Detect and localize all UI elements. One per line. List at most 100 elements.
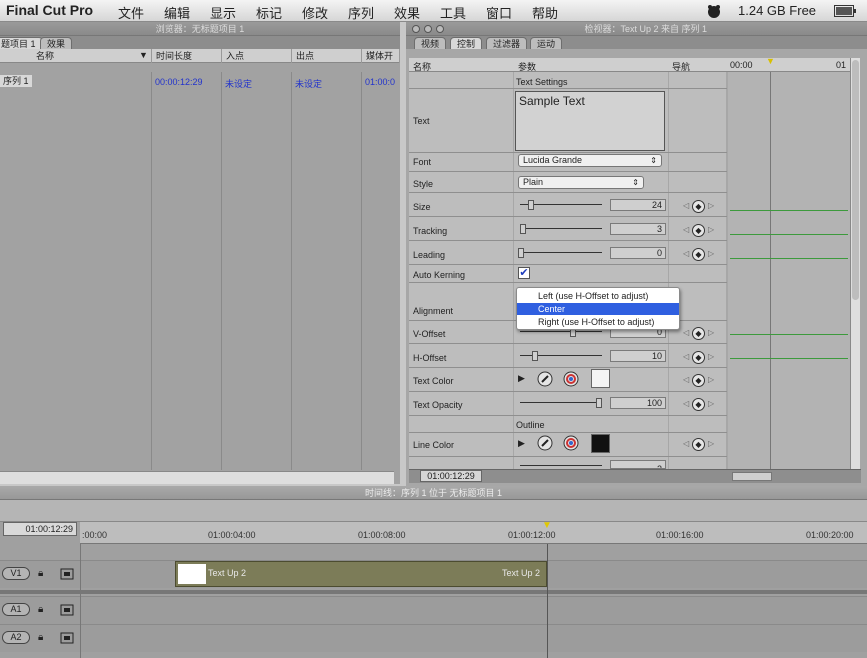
next-keyframe-icon[interactable]: ▷	[708, 375, 714, 384]
close-button[interactable]	[412, 25, 420, 33]
size-slider[interactable]	[516, 199, 606, 211]
col-in[interactable]: 入点	[222, 49, 292, 63]
lock-icon[interactable]: 🔒︎	[38, 632, 43, 643]
track-divider[interactable]	[0, 590, 867, 594]
tracking-slider[interactable]	[516, 223, 606, 235]
menu-file[interactable]: 文件	[118, 3, 144, 22]
menu-sequence[interactable]: 序列	[348, 3, 374, 22]
sequence-item[interactable]: 序列 1	[0, 75, 32, 87]
col-out[interactable]: 出点	[292, 49, 362, 63]
disclosure-triangle-icon[interactable]: ▶	[518, 373, 525, 384]
size-value[interactable]: 24	[610, 199, 666, 211]
auto-select-icon[interactable]	[60, 568, 74, 580]
add-keyframe-icon[interactable]: ◆	[692, 398, 705, 411]
next-keyframe-icon[interactable]: ▷	[708, 328, 714, 337]
color-wheel-icon[interactable]	[563, 371, 579, 387]
add-keyframe-icon[interactable]: ◆	[692, 248, 705, 261]
prev-keyframe-icon[interactable]: ◁	[683, 249, 689, 258]
eyedropper-icon[interactable]	[537, 371, 553, 387]
sort-triangle-icon[interactable]: ▼	[139, 50, 148, 60]
battery-icon[interactable]	[834, 5, 856, 17]
next-keyframe-icon[interactable]: ▷	[708, 225, 714, 234]
lock-icon[interactable]: 🔒︎	[38, 568, 43, 579]
minimize-button[interactable]	[424, 25, 432, 33]
text-opacity-value[interactable]: 100	[610, 397, 666, 409]
keyframe-graph[interactable]	[728, 58, 850, 472]
add-keyframe-icon[interactable]: ◆	[692, 438, 705, 451]
h-offset-value[interactable]: 10	[610, 350, 666, 362]
menu-edit[interactable]: 编辑	[164, 3, 190, 22]
style-select[interactable]: Plain ⇕	[518, 176, 644, 189]
leading-slider[interactable]	[516, 247, 606, 259]
menu-item-center[interactable]: Center	[517, 303, 679, 315]
text-input[interactable]: Sample Text	[515, 91, 665, 151]
disclosure-triangle-icon[interactable]: ▶	[518, 438, 525, 449]
prev-keyframe-icon[interactable]: ◁	[683, 201, 689, 210]
next-keyframe-icon[interactable]: ▷	[708, 352, 714, 361]
scroll-thumb[interactable]	[852, 60, 859, 300]
col-media[interactable]: 媒体开	[362, 49, 400, 63]
add-keyframe-icon[interactable]: ◆	[692, 200, 705, 213]
menu-view[interactable]: 显示	[210, 3, 236, 22]
line-width-slider[interactable]	[516, 460, 606, 468]
viewer-timecode[interactable]: 01:00:12:29	[420, 470, 482, 482]
next-keyframe-icon[interactable]: ▷	[708, 399, 714, 408]
menu-tools[interactable]: 工具	[440, 3, 466, 22]
col-duration[interactable]: 时间长度	[152, 49, 222, 63]
tab-project[interactable]: 题项目 1	[0, 37, 43, 49]
memory-status[interactable]: 1.24 GB Free	[738, 3, 816, 18]
eyedropper-icon[interactable]	[537, 435, 553, 451]
playhead-marker-icon[interactable]: ▼	[542, 520, 552, 531]
zoom-button[interactable]	[436, 25, 444, 33]
font-select[interactable]: Lucida Grande ⇕	[518, 154, 662, 167]
auto-select-icon[interactable]	[60, 604, 74, 616]
add-keyframe-icon[interactable]: ◆	[692, 327, 705, 340]
add-keyframe-icon[interactable]: ◆	[692, 224, 705, 237]
text-opacity-slider[interactable]	[516, 397, 606, 409]
line-color-swatch[interactable]	[591, 434, 610, 453]
h-offset-slider[interactable]	[516, 350, 606, 362]
prev-keyframe-icon[interactable]: ◁	[683, 399, 689, 408]
zoom-slider[interactable]	[732, 472, 772, 481]
playhead-marker-icon[interactable]: ▼	[766, 56, 775, 66]
app-menu[interactable]: Final Cut Pro	[6, 2, 93, 18]
prev-keyframe-icon[interactable]: ◁	[683, 225, 689, 234]
menu-help[interactable]: 帮助	[532, 3, 558, 22]
tab-filters[interactable]: 过滤器	[486, 37, 528, 49]
browser-scrollbar[interactable]	[0, 471, 394, 484]
track-v1-label[interactable]: V1	[2, 567, 30, 580]
menu-item-left[interactable]: Left (use H-Offset to adjust)	[517, 290, 679, 302]
menu-modify[interactable]: 修改	[302, 3, 328, 22]
next-keyframe-icon[interactable]: ▷	[708, 249, 714, 258]
growl-icon[interactable]	[706, 3, 722, 19]
leading-value[interactable]: 0	[610, 247, 666, 259]
prev-keyframe-icon[interactable]: ◁	[683, 439, 689, 448]
add-keyframe-icon[interactable]: ◆	[692, 374, 705, 387]
tab-video[interactable]: 视频	[414, 37, 447, 49]
prev-keyframe-icon[interactable]: ◁	[683, 352, 689, 361]
menu-effects[interactable]: 效果	[394, 3, 420, 22]
lock-icon[interactable]: 🔒︎	[38, 604, 43, 615]
text-color-swatch[interactable]	[591, 369, 610, 388]
viewer-scrollbar[interactable]	[850, 58, 860, 472]
text-clip[interactable]: Text Up 2 Text Up 2	[175, 561, 547, 587]
menu-mark[interactable]: 标记	[256, 3, 282, 22]
tracking-value[interactable]: 3	[610, 223, 666, 235]
tab-controls[interactable]: 控制	[450, 37, 483, 49]
menu-item-right[interactable]: Right (use H-Offset to adjust)	[517, 316, 679, 328]
line-width-value[interactable]: 2	[610, 460, 666, 469]
next-keyframe-icon[interactable]: ▷	[708, 439, 714, 448]
track-a1-label[interactable]: A1	[2, 603, 30, 616]
timeline-timecode[interactable]: 01:00:12:29	[3, 522, 77, 536]
auto-kerning-checkbox[interactable]: ✔	[518, 267, 530, 279]
tab-motion[interactable]: 运动	[530, 37, 563, 49]
col-name[interactable]: 名称	[0, 49, 152, 63]
prev-keyframe-icon[interactable]: ◁	[683, 375, 689, 384]
next-keyframe-icon[interactable]: ▷	[708, 201, 714, 210]
tab-effects[interactable]: 效果	[40, 37, 73, 49]
timeline-ruler[interactable]	[80, 522, 867, 544]
prev-keyframe-icon[interactable]: ◁	[683, 328, 689, 337]
add-keyframe-icon[interactable]: ◆	[692, 351, 705, 364]
auto-select-icon[interactable]	[60, 632, 74, 644]
menu-window[interactable]: 窗口	[486, 3, 512, 22]
